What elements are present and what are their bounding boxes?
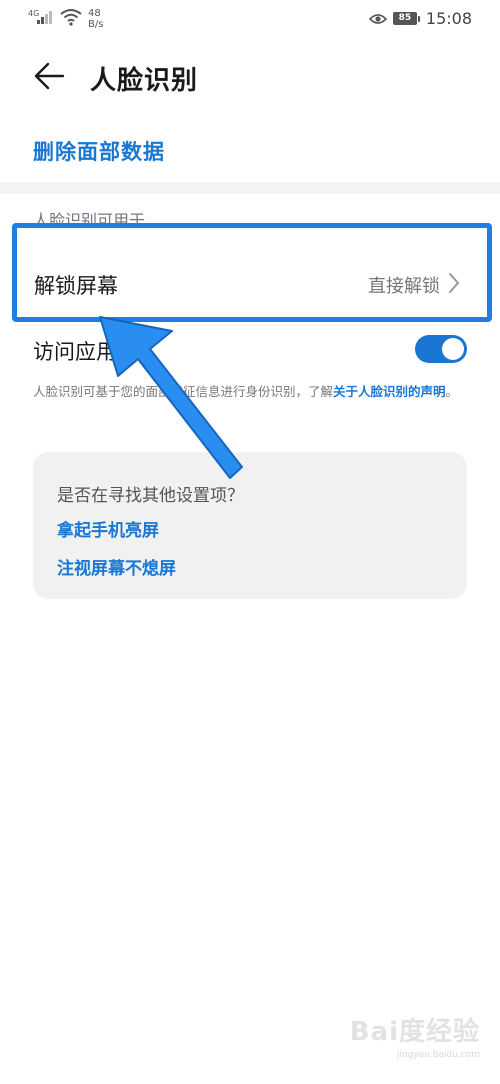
unlock-screen-label: 解锁屏幕 <box>34 274 118 298</box>
status-time: 15:08 <box>425 9 472 28</box>
statement-link[interactable]: 关于人脸识别的声明 <box>333 384 446 399</box>
page-title: 人脸识别 <box>90 66 199 96</box>
description-text: 人脸识别可基于您的面部特征信息进行身份识别，了解 <box>33 384 334 399</box>
app-lock-label: 访问应用锁 <box>33 340 138 364</box>
description-suffix: 。 <box>445 384 459 399</box>
network-speed-value: 48 <box>88 8 101 19</box>
battery-level: 85 <box>392 12 417 25</box>
eye-comfort-icon <box>368 13 387 24</box>
toggle-knob <box>442 338 464 360</box>
cellular-signal-icon: 4G <box>28 8 52 26</box>
section-divider <box>0 182 500 194</box>
suggestions-card: 是否在寻找其他设置项？ 拿起手机亮屏 注视屏幕不熄屏 <box>33 452 467 599</box>
wifi-icon <box>60 9 82 26</box>
battery-icon: 85 <box>392 12 420 25</box>
app-lock-toggle[interactable] <box>415 335 467 363</box>
unlock-screen-row[interactable]: 解锁屏幕 直接解锁 <box>14 225 484 314</box>
status-left: 4G 48 B/s <box>28 8 103 30</box>
unlock-screen-value: 直接解锁 <box>368 276 440 297</box>
chevron-right-icon <box>449 273 459 293</box>
suggestions-title: 是否在寻找其他设置项？ <box>57 486 244 506</box>
face-recognition-description: 人脸识别可基于您的面部特征信息进行身份识别，了解关于人脸识别的声明。 <box>33 382 473 402</box>
status-right: 85 15:08 <box>368 9 472 28</box>
watermark-logo: Bai度经验 <box>349 1017 480 1047</box>
suggestion-raise-to-wake[interactable]: 拿起手机亮屏 <box>57 516 159 541</box>
suggestion-smart-screen-on[interactable]: 注视屏幕不熄屏 <box>57 554 176 579</box>
network-speed-unit: B/s <box>88 19 104 30</box>
network-type: 4G <box>28 9 40 18</box>
back-arrow-icon[interactable] <box>33 60 65 92</box>
delete-face-data-button[interactable]: 删除面部数据 <box>33 136 165 166</box>
watermark-url: jingyan.baidu.com <box>396 1050 480 1060</box>
status-bar: 4G 48 B/s 85 15:08 <box>0 0 500 40</box>
watermark: Bai度经验 jingyan.baidu.com <box>350 1011 480 1060</box>
network-speed: 48 B/s <box>88 8 103 30</box>
